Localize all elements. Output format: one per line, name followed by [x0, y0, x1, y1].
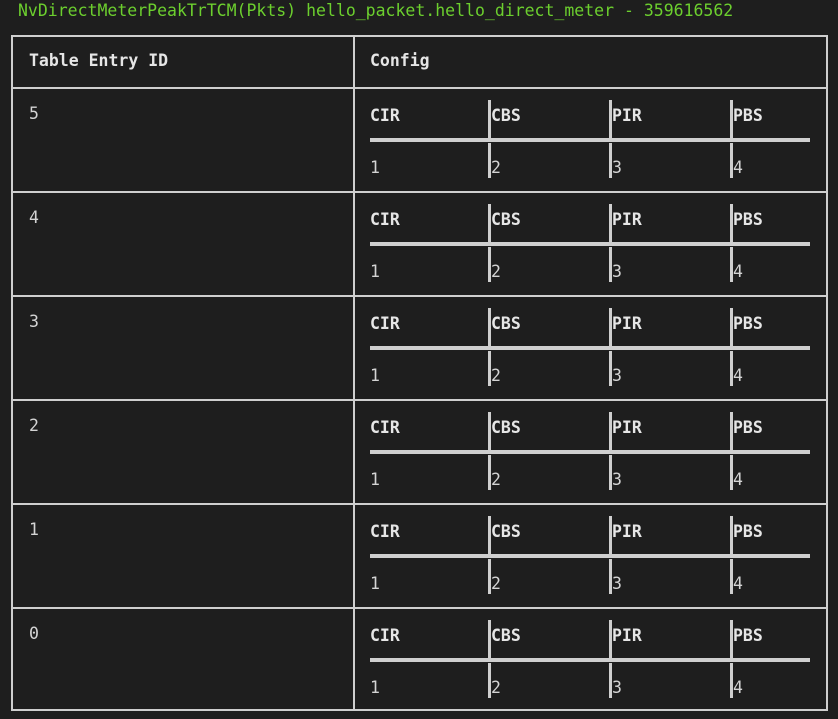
config-key: PBS — [733, 210, 763, 229]
config-key: CIR — [370, 626, 400, 645]
entry-id: 1 — [29, 520, 39, 539]
config-column: PBS 4 — [733, 100, 838, 178]
config-key: PBS — [733, 418, 763, 437]
config-key: PIR — [612, 314, 642, 333]
config-value: 3 — [612, 366, 622, 385]
config-column: CBS 2 — [491, 204, 612, 282]
config-key: CBS — [491, 210, 521, 229]
config-column: PIR 3 — [612, 412, 733, 490]
config-column: CIR 1 — [370, 100, 491, 178]
config-key: CBS — [491, 418, 521, 437]
config-column: PIR 3 — [612, 204, 733, 282]
config-column: CIR 1 — [370, 412, 491, 490]
config-key: CIR — [370, 418, 400, 437]
config-column: PBS 4 — [733, 412, 838, 490]
table-row: 4 CIR 1 CBS 2 PIR 3 PBS 4 — [13, 193, 826, 297]
meter-title: NvDirectMeterPeakTrTCM(Pkts) hello_packe… — [18, 1, 734, 20]
config-key: CIR — [370, 210, 400, 229]
config-column: PIR 3 — [612, 308, 733, 386]
config-value: 2 — [491, 366, 501, 385]
table-row: 2 CIR 1 CBS 2 PIR 3 PBS 4 — [13, 401, 826, 505]
config-value: 1 — [370, 470, 380, 489]
config-value: 2 — [491, 470, 501, 489]
entry-id: 5 — [29, 104, 39, 123]
config-key: CIR — [370, 522, 400, 541]
config-value: 3 — [612, 678, 622, 697]
config-column: PBS 4 — [733, 620, 838, 698]
entry-id: 4 — [29, 208, 39, 227]
config-value: 4 — [733, 158, 743, 177]
config-value: 4 — [733, 366, 743, 385]
config-value: 1 — [370, 574, 380, 593]
table-row: 1 CIR 1 CBS 2 PIR 3 PBS 4 — [13, 505, 826, 609]
meter-table: Table Entry ID Config 5 CIR 1 CBS 2 PIR 3 PBS 4 4… — [11, 35, 828, 711]
config-key: CBS — [491, 626, 521, 645]
config-value: 1 — [370, 366, 380, 385]
config-value: 4 — [733, 262, 743, 281]
config-column: PBS 4 — [733, 516, 838, 594]
config-value: 4 — [733, 470, 743, 489]
entry-id: 2 — [29, 416, 39, 435]
config-subtable: CIR 1 CBS 2 PIR 3 PBS 4 — [370, 100, 810, 178]
config-column: CIR 1 — [370, 620, 491, 698]
config-column: CIR 1 — [370, 204, 491, 282]
config-value: 2 — [491, 262, 501, 281]
config-key: PIR — [612, 106, 642, 125]
config-value: 2 — [491, 158, 501, 177]
config-value: 4 — [733, 574, 743, 593]
entry-id: 0 — [29, 624, 39, 643]
config-key: PIR — [612, 522, 642, 541]
config-value: 3 — [612, 262, 622, 281]
config-subtable: CIR 1 CBS 2 PIR 3 PBS 4 — [370, 204, 810, 282]
config-key: CBS — [491, 522, 521, 541]
config-value: 1 — [370, 158, 380, 177]
config-value: 3 — [612, 470, 622, 489]
table-row: 0 CIR 1 CBS 2 PIR 3 PBS 4 — [13, 609, 826, 713]
config-column: CBS 2 — [491, 620, 612, 698]
config-column: CBS 2 — [491, 412, 612, 490]
config-key: PIR — [612, 626, 642, 645]
config-key: PBS — [733, 106, 763, 125]
config-column: CIR 1 — [370, 308, 491, 386]
config-column: PIR 3 — [612, 516, 733, 594]
table-row: 5 CIR 1 CBS 2 PIR 3 PBS 4 — [13, 89, 826, 193]
config-key: CIR — [370, 314, 400, 333]
header-config: Config — [370, 51, 430, 70]
config-value: 1 — [370, 262, 380, 281]
config-key: PBS — [733, 314, 763, 333]
config-key: PIR — [612, 418, 642, 437]
config-column: PBS 4 — [733, 204, 838, 282]
config-key: PBS — [733, 522, 763, 541]
config-key: CBS — [491, 106, 521, 125]
config-key: CIR — [370, 106, 400, 125]
table-row: 3 CIR 1 CBS 2 PIR 3 PBS 4 — [13, 297, 826, 401]
config-subtable: CIR 1 CBS 2 PIR 3 PBS 4 — [370, 412, 810, 490]
config-column: PIR 3 — [612, 620, 733, 698]
config-value: 1 — [370, 678, 380, 697]
config-value: 3 — [612, 574, 622, 593]
config-column: PIR 3 — [612, 100, 733, 178]
config-value: 2 — [491, 678, 501, 697]
config-value: 4 — [733, 678, 743, 697]
config-subtable: CIR 1 CBS 2 PIR 3 PBS 4 — [370, 620, 810, 698]
config-value: 2 — [491, 574, 501, 593]
config-column: CIR 1 — [370, 516, 491, 594]
table-header-row: Table Entry ID Config — [13, 37, 826, 89]
config-key: CBS — [491, 314, 521, 333]
config-column: CBS 2 — [491, 100, 612, 178]
config-value: 3 — [612, 158, 622, 177]
config-subtable: CIR 1 CBS 2 PIR 3 PBS 4 — [370, 308, 810, 386]
entry-id: 3 — [29, 312, 39, 331]
config-column: PBS 4 — [733, 308, 838, 386]
config-subtable: CIR 1 CBS 2 PIR 3 PBS 4 — [370, 516, 810, 594]
config-key: PBS — [733, 626, 763, 645]
header-table-entry-id: Table Entry ID — [29, 51, 169, 70]
config-column: CBS 2 — [491, 308, 612, 386]
config-key: PIR — [612, 210, 642, 229]
config-column: CBS 2 — [491, 516, 612, 594]
